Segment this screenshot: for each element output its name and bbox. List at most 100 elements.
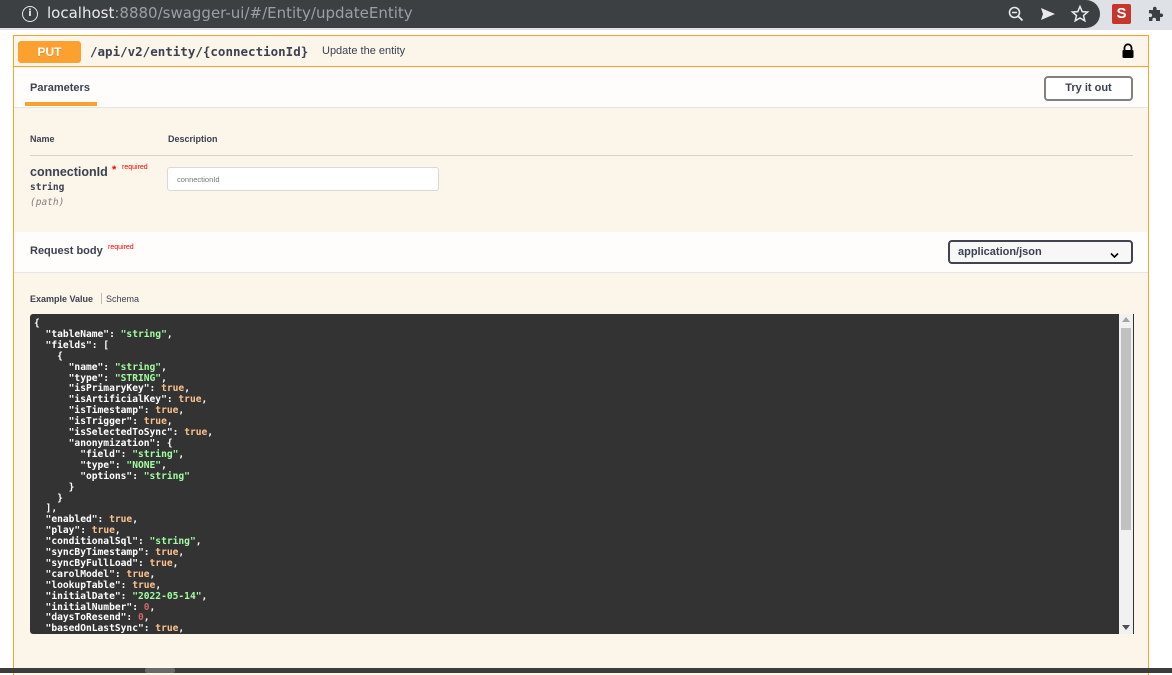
parameter-location: (path) — [30, 197, 65, 208]
request-body-header: Request body required application/json — [14, 232, 1148, 273]
code-token: true — [149, 557, 173, 569]
puzzle-icon[interactable] — [1145, 4, 1165, 24]
code-token: "carolModel": — [34, 568, 127, 580]
code-token: , — [161, 459, 167, 471]
code-token: true — [143, 416, 167, 428]
code-token: , — [178, 448, 185, 460]
code-token: , — [161, 372, 167, 384]
code-token: "basedOnLastSync": — [34, 623, 156, 634]
parameter-type: string — [30, 182, 65, 193]
code-token: , — [172, 557, 179, 569]
code-token: } — [34, 481, 75, 493]
code-token: "NONE" — [126, 459, 162, 471]
code-token: "options": — [34, 470, 144, 482]
divider — [30, 155, 1133, 156]
method-badge: PUT — [18, 41, 81, 63]
tab-example-value[interactable]: Example Value — [30, 294, 93, 304]
code-token: "syncByTimestamp": — [34, 547, 156, 559]
lock-icon[interactable] — [1121, 43, 1135, 59]
operation-block: PUT /api/v2/entity/{connectionId} Update… — [13, 35, 1149, 675]
code-token: { — [34, 318, 40, 329]
parameters-header: Parameters Try it out — [14, 68, 1148, 108]
code-token: , — [201, 590, 208, 602]
operation-description: Update the entity — [322, 45, 406, 57]
code-token: "daysToResend": — [34, 612, 138, 624]
chevron-down-icon — [1110, 247, 1119, 259]
code-token: "anonymization": { — [34, 437, 173, 449]
url-path: :8880/swagger-ui/#/Entity/updateEntity — [114, 4, 413, 22]
code-token: true — [91, 525, 115, 537]
code-token: "type": — [34, 372, 115, 384]
scroll-up-arrow-icon[interactable] — [1122, 317, 1130, 322]
code-token: "2022-05-14" — [132, 590, 202, 602]
scroll-down-arrow-icon[interactable] — [1122, 625, 1130, 630]
column-header-description: Description — [168, 134, 218, 144]
code-token: , — [149, 601, 156, 613]
code-token: , — [149, 568, 156, 580]
tab-active-indicator — [25, 102, 97, 106]
code-token: "type": — [34, 459, 127, 471]
code-token: ], — [34, 503, 58, 515]
code-line: } — [34, 493, 213, 505]
code-token: "play": — [34, 525, 92, 537]
code-token: true — [161, 383, 185, 395]
code-token: "string" — [114, 361, 162, 373]
required-star: * — [112, 164, 117, 176]
parameter-name: connectionId — [30, 165, 108, 179]
code-token: , — [132, 514, 138, 526]
code-token: , — [178, 623, 185, 634]
try-it-out-button[interactable]: Try it out — [1044, 76, 1133, 101]
url-host: localhost — [47, 4, 115, 22]
zoom-icon[interactable] — [1006, 4, 1026, 24]
extension-s-icon[interactable]: S — [1112, 4, 1131, 24]
code-token: true — [184, 427, 208, 439]
code-token: "string" — [120, 328, 167, 340]
code-scrollbar[interactable] — [1119, 314, 1133, 634]
info-icon[interactable]: i — [22, 6, 38, 22]
code-token: true — [155, 405, 179, 417]
required-label: required — [122, 164, 148, 171]
example-value-code-block[interactable]: { "tableName": "string", "fields": [ { "… — [30, 314, 1134, 634]
example-json: { "tableName": "string", "fields": [ { "… — [34, 318, 214, 634]
url-text[interactable]: localhost:8880/swagger-ui/#/Entity/updat… — [47, 4, 413, 22]
code-token: "isTrigger": — [34, 416, 144, 428]
code-token: "string" — [149, 536, 196, 548]
operation-summary[interactable]: PUT /api/v2/entity/{connectionId} Update… — [14, 36, 1148, 67]
horizontal-scrollbar-thumb[interactable] — [145, 668, 175, 673]
code-token: , — [166, 416, 173, 428]
code-token: "field": — [34, 448, 133, 460]
code-token: "isArtificialKey": — [34, 394, 179, 406]
browser-toolbar: i localhost:8880/swagger-ui/#/Entity/upd… — [0, 0, 1172, 30]
code-line: "basedOnLastSync": true, — [34, 623, 213, 634]
scrollbar-thumb[interactable] — [1121, 328, 1131, 530]
code-token: "initialDate": — [34, 590, 133, 602]
code-token: true — [178, 394, 202, 406]
code-token: , — [166, 328, 173, 340]
code-token: true — [155, 547, 179, 559]
content-type-select[interactable]: application/json — [948, 240, 1133, 264]
code-token: "string" — [132, 448, 179, 460]
code-token: true — [126, 568, 150, 580]
code-token: "isPrimaryKey": — [34, 383, 162, 395]
code-token: "name": — [34, 361, 115, 373]
connection-id-input[interactable] — [167, 167, 439, 191]
code-token: "lookupTable": — [34, 579, 133, 591]
code-token: "isTimestamp": — [34, 405, 156, 417]
code-token: "syncByFullLoad": — [34, 557, 150, 569]
code-token: true — [155, 623, 179, 634]
send-icon[interactable] — [1038, 4, 1058, 24]
address-bar[interactable]: i localhost:8880/swagger-ui/#/Entity/upd… — [0, 0, 1100, 28]
tab-separator — [101, 293, 102, 304]
request-body-title: Request body — [30, 245, 103, 257]
star-icon[interactable] — [1070, 4, 1090, 24]
code-token: , — [143, 612, 150, 624]
code-token: , — [207, 427, 214, 439]
code-token: "isSelectedToSync": — [34, 427, 185, 439]
code-token: "conditionalSql": — [34, 536, 150, 548]
code-token: true — [132, 579, 156, 591]
page-horizontal-scrollbar[interactable] — [0, 668, 1172, 673]
tab-schema[interactable]: Schema — [106, 294, 139, 304]
tab-parameters[interactable]: Parameters — [30, 82, 90, 94]
code-token: , — [161, 361, 167, 373]
code-token: "tableName": — [34, 328, 121, 340]
